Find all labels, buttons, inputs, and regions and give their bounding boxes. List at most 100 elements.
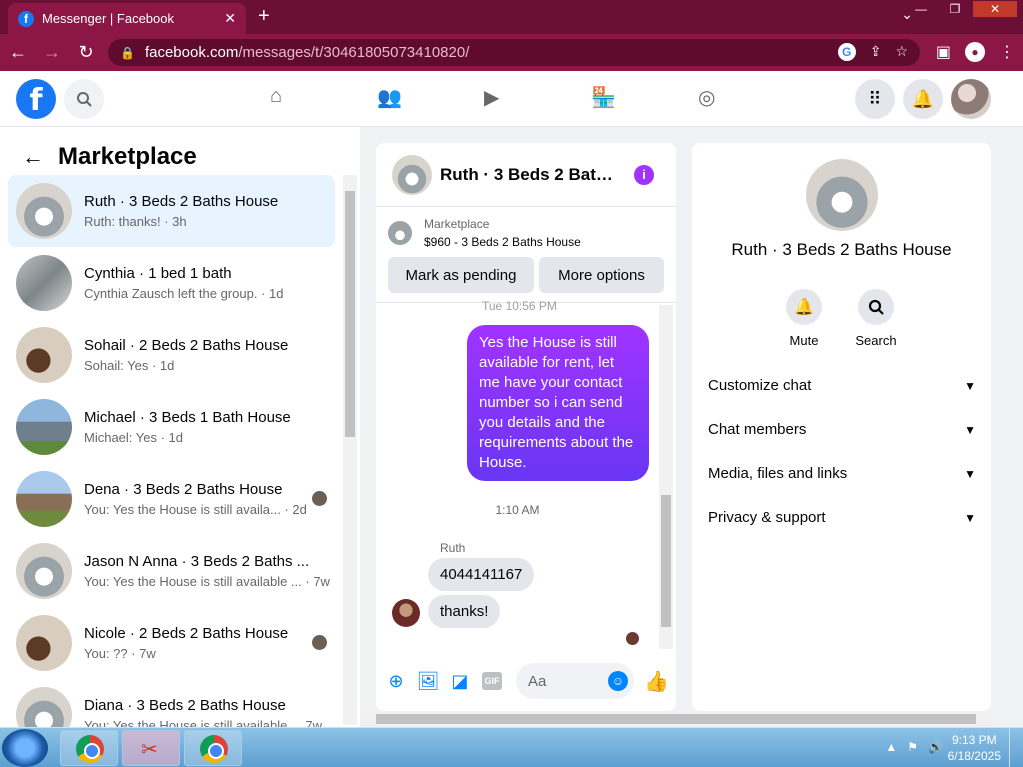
conversation-name: Nicole · 2 Beds 2 Baths House <box>84 625 289 642</box>
browser-tab[interactable]: f Messenger | Facebook ✕ <box>8 3 246 34</box>
close-window-button[interactable]: ✕ <box>973 1 1017 17</box>
notifications-bell-icon[interactable]: 🔔 <box>903 79 943 119</box>
incoming-message[interactable]: thanks! <box>428 595 501 628</box>
message-thread: Tue 10:56 PM Yes the House is still avai… <box>376 299 676 649</box>
network-icon[interactable]: ⚑ <box>907 740 918 754</box>
chevron-down-icon: ▼ <box>964 378 976 393</box>
section-privacy-support[interactable]: Privacy & support ▼ <box>708 509 976 526</box>
tab-title: Messenger | Facebook <box>42 11 174 26</box>
marketplace-sidebar: ← Marketplace Ruth · 3 Beds 2 Baths Hous… <box>0 127 360 743</box>
back-arrow-icon[interactable]: ← <box>22 144 44 170</box>
minimize-button[interactable]: — <box>905 1 937 17</box>
emoji-icon[interactable]: ☺ <box>608 671 628 691</box>
facebook-logo-icon[interactable]: f <box>16 79 56 119</box>
scrollbar-thumb[interactable] <box>376 714 976 724</box>
listing-thumbnail <box>16 471 72 527</box>
system-clock[interactable]: 9:13 PM 6/18/2025 <box>948 732 1001 764</box>
menu-grid-icon[interactable]: ⠿ <box>855 79 895 119</box>
profile-icon[interactable]: ● <box>965 42 985 62</box>
tray-arrow-icon[interactable]: ▲ <box>885 740 897 754</box>
share-icon[interactable]: ⇪ <box>870 43 882 61</box>
sidebar-scrollbar[interactable] <box>343 175 357 725</box>
section-customize-chat[interactable]: Customize chat ▼ <box>708 377 976 394</box>
section-media-files-links[interactable]: Media, files and links ▼ <box>708 465 976 482</box>
mute-action[interactable]: 🔔 Mute <box>774 289 834 348</box>
conversation-list: Ruth · 3 Beds 2 Baths House Ruth: thanks!… <box>8 175 335 751</box>
conversation-item[interactable]: Ruth · 3 Beds 2 Baths House Ruth: thanks!… <box>8 175 335 247</box>
conversation-name: Diana · 3 Beds 2 Baths House <box>84 697 286 714</box>
gif-icon[interactable]: GIF <box>482 672 502 690</box>
windows-start-icon[interactable] <box>2 729 48 767</box>
conversation-item[interactable]: Sohail · 2 Beds 2 Baths House Sohail: Yes… <box>8 319 335 391</box>
bookmark-star-icon[interactable]: ☆ <box>895 43 908 61</box>
message-input[interactable]: Aa ☺ <box>516 663 634 699</box>
show-desktop-button[interactable] <box>1009 728 1023 767</box>
friends-icon[interactable]: 👥 <box>377 85 484 110</box>
taskbar-snipping-button[interactable]: ✂ <box>122 730 180 766</box>
more-options-button[interactable]: More options <box>539 257 664 293</box>
address-bar[interactable]: 🔒 facebook.com/messages/t/30461805073410… <box>108 39 920 66</box>
search-icon[interactable] <box>858 289 894 325</box>
scrollbar-thumb[interactable] <box>345 191 355 437</box>
taskbar-chrome-button[interactable] <box>184 730 242 766</box>
chevron-down-icon: ▼ <box>964 466 976 481</box>
conversation-item[interactable]: Dena · 3 Beds 2 Baths House You: Yes the … <box>8 463 335 535</box>
google-lens-icon[interactable]: G <box>837 43 856 61</box>
sidebar-header: ← Marketplace <box>22 143 197 171</box>
outgoing-message[interactable]: Yes the House is still available for ren… <box>467 325 649 481</box>
clock-date: 6/18/2025 <box>947 749 1001 763</box>
conversation-item[interactable]: Cynthia · 1 bed 1 bath Cynthia Zausch lef… <box>8 247 335 319</box>
browser-tabstrip: f Messenger | Facebook ✕ + ⌄ — ❐ ✕ <box>0 0 1023 34</box>
clock-time: 9:13 PM <box>951 733 997 747</box>
incoming-message[interactable]: 4044141167 <box>428 558 535 591</box>
reload-icon[interactable]: ↻ <box>70 42 102 63</box>
header-actions: ⠿ 🔔 <box>855 79 991 119</box>
photo-icon[interactable]: 🖼 <box>416 669 440 693</box>
url-path: /messages/t/30461805073410820/ <box>238 44 470 61</box>
chat-title[interactable]: Ruth · 3 Beds 2 Bath... <box>440 165 620 185</box>
search-label: Search <box>855 333 897 348</box>
marketplace-icon[interactable]: 🏪 <box>591 85 698 110</box>
section-label: Media, files and links <box>708 465 848 482</box>
forward-arrow-icon[interactable]: → <box>36 42 68 63</box>
message-timestamp: 1:10 AM <box>495 503 540 517</box>
lock-icon[interactable]: 🔒 <box>120 46 135 60</box>
volume-icon[interactable]: 🔊 <box>928 740 943 754</box>
mark-as-pending-button[interactable]: Mark as pending <box>388 257 534 293</box>
horizontal-scrollbar[interactable] <box>360 711 992 727</box>
conversation-preview: Michael: Yes · 1d <box>84 430 184 445</box>
account-avatar[interactable] <box>951 79 991 119</box>
browser-toolbar: ← → ↻ 🔒 facebook.com/messages/t/30461805… <box>0 34 1023 71</box>
info-icon[interactable]: i <box>634 165 654 185</box>
home-icon[interactable]: ⌂ <box>270 85 377 110</box>
scrollbar-thumb[interactable] <box>661 495 671 627</box>
conversation-name: Cynthia · 1 bed 1 bath <box>84 265 232 282</box>
conversation-item[interactable]: Michael · 3 Beds 1 Bath House Michael: Ye… <box>8 391 335 463</box>
main-nav: ⌂ 👥 ▶ 🏪 ◎ <box>270 85 805 110</box>
message-input-placeholder: Aa <box>528 672 547 690</box>
search-button[interactable] <box>64 79 104 119</box>
side-panel-icon[interactable]: ▣ <box>936 42 951 62</box>
chat-thumbnail[interactable] <box>392 154 432 195</box>
sticker-icon[interactable]: ◪ <box>448 669 472 693</box>
plus-icon[interactable]: ⊕ <box>384 669 408 693</box>
section-chat-members[interactable]: Chat members ▼ <box>708 421 976 438</box>
watch-icon[interactable]: ▶ <box>484 85 591 110</box>
back-arrow-icon[interactable]: ← <box>2 42 34 63</box>
maximize-button[interactable]: ❐ <box>939 1 971 17</box>
conversation-item[interactable]: Jason N Anna · 3 Beds 2 Baths ... You: Ye… <box>8 535 335 607</box>
chevron-down-icon: ▼ <box>964 422 976 437</box>
groups-icon[interactable]: ◎ <box>698 85 805 110</box>
conversation-item[interactable]: Nicole · 2 Beds 2 Baths House You: ?? · 7… <box>8 607 335 679</box>
thumbs-up-icon[interactable]: 👍 <box>644 669 669 694</box>
chrome-icon <box>200 735 228 763</box>
new-tab-button[interactable]: + <box>258 5 270 28</box>
search-action[interactable]: Search <box>846 289 906 348</box>
menu-kebab-icon[interactable]: ⋮ <box>999 42 1015 62</box>
browser-actions: ▣ ● ⋮ <box>936 42 1015 62</box>
bell-icon[interactable]: 🔔 <box>786 289 822 325</box>
seen-avatar <box>312 635 327 650</box>
tab-close-icon[interactable]: ✕ <box>224 10 236 27</box>
taskbar-chrome-button[interactable] <box>60 730 118 766</box>
chat-scrollbar[interactable] <box>659 305 673 649</box>
